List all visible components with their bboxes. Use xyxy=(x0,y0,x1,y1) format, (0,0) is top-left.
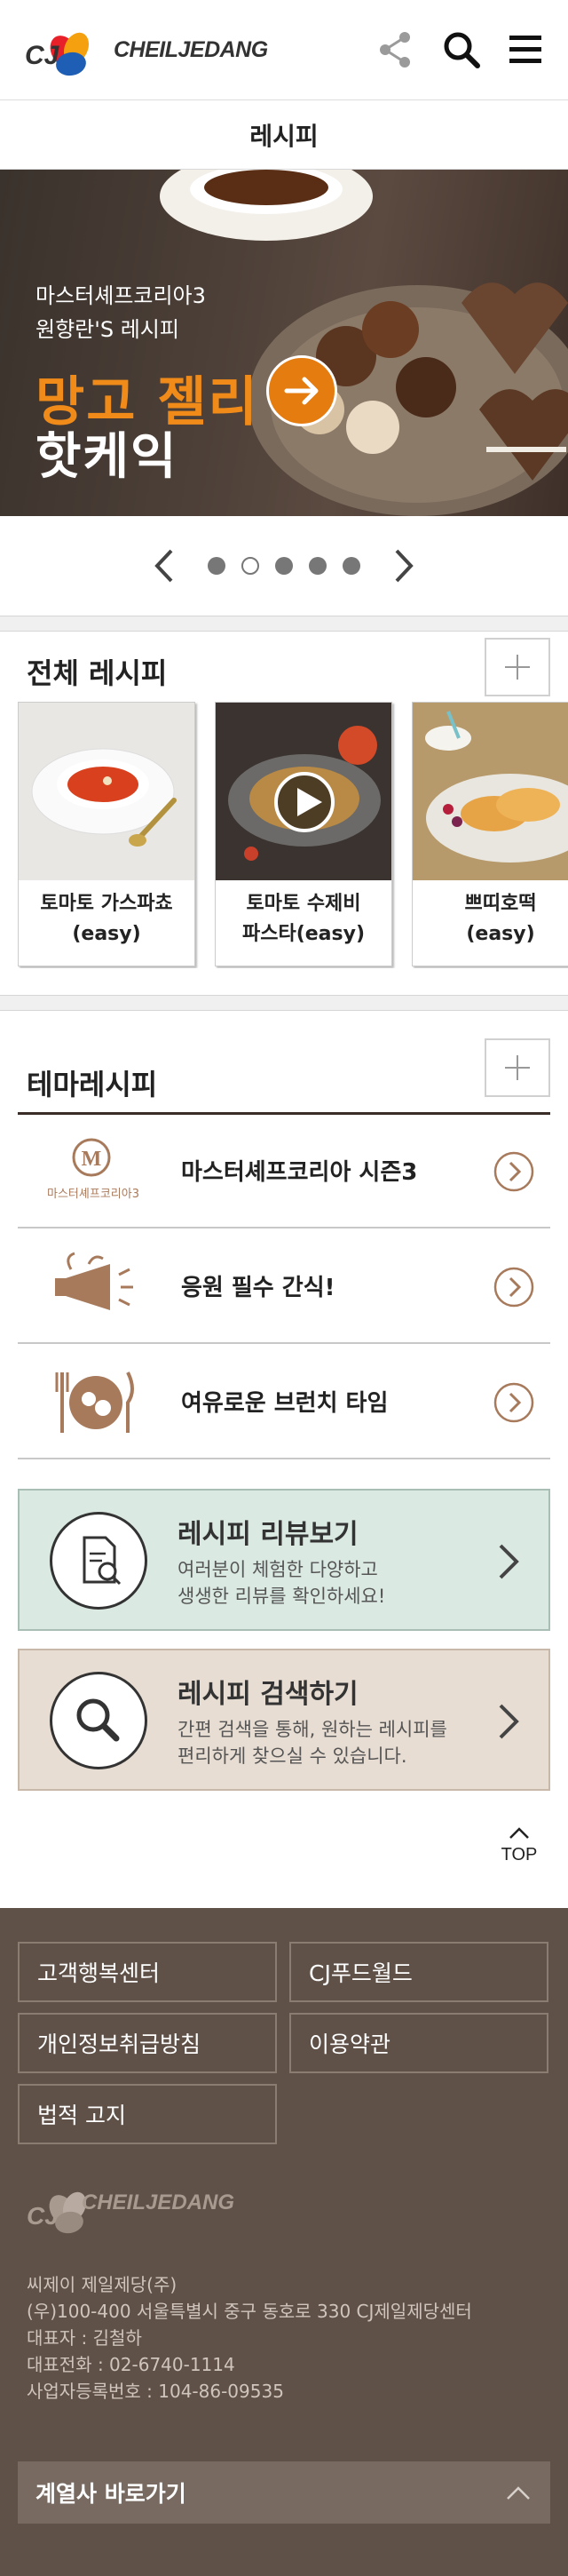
recipe-search-card[interactable]: 레시피 검색하기 간편 검색을 통해, 원하는 레시피를 편리하게 찾으실 수 … xyxy=(18,1649,550,1791)
magnifier-icon xyxy=(50,1672,147,1769)
all-recipes-title: 전체 레시피 xyxy=(27,656,168,690)
review-card-desc-2: 생생한 리뷰를 확인하세요! xyxy=(178,1586,386,1607)
banner-pagination xyxy=(0,516,568,616)
chevron-right-circle-icon xyxy=(493,1381,535,1424)
all-recipes-more-button[interactable] xyxy=(485,638,550,696)
slide-dot-2-active[interactable] xyxy=(241,557,259,575)
banner-go-button[interactable] xyxy=(266,355,337,426)
recipe-card-difficulty: 파스타(easy) xyxy=(241,923,366,945)
footer-link-privacy-policy[interactable]: 개인정보취급방침 xyxy=(18,2013,277,2073)
slide-dot-5[interactable] xyxy=(343,557,360,575)
chevron-right-circle-icon xyxy=(493,1150,535,1193)
masterchef-logo-icon: M 마스터셰프코리아3 xyxy=(36,1136,151,1207)
recipe-card-name: 토마토 수제비 xyxy=(246,893,361,915)
next-slide-button[interactable] xyxy=(386,544,422,588)
logo-wordmark: CHEILJEDANG xyxy=(114,37,268,62)
theme-item-label: 여유로운 브런치 타임 xyxy=(181,1390,389,1417)
theme-recipes-more-button[interactable] xyxy=(485,1038,550,1097)
banner-headline-2: 핫케익 xyxy=(36,428,178,486)
arrow-right-icon xyxy=(284,377,319,405)
chevron-up-icon xyxy=(509,1827,529,1839)
megaphone-icon xyxy=(36,1252,151,1323)
recipe-card-difficulty: (easy) xyxy=(466,923,535,945)
search-card-desc-1: 간편 검색을 통해, 원하는 레시피를 xyxy=(178,1719,447,1740)
recipe-card[interactable]: 토마토 가스파쵸 (easy) xyxy=(18,702,195,966)
footer-phone: 대표전화 : 02-6740-1114 xyxy=(27,2354,235,2375)
theme-recipes-title: 테마레시피 xyxy=(27,1068,158,1101)
footer-company: 씨제이 제일제당(주) xyxy=(27,2274,178,2295)
search-card-title: 레시피 검색하기 xyxy=(178,1679,359,1710)
search-card-desc-2: 편리하게 찾으실 수 있습니다. xyxy=(178,1745,407,1767)
chevron-up-icon xyxy=(507,2486,530,2500)
brunch-plate-icon xyxy=(36,1367,151,1438)
footer: 고객행복센터 CJ푸드월드 개인정보취급방침 이용약관 법적 고지 CJ CHE… xyxy=(0,1908,568,2576)
footer-logo-wordmark: CHEILJEDANG xyxy=(82,2190,235,2214)
section-divider xyxy=(0,995,568,1011)
header: CJ CHEILJEDANG xyxy=(0,0,568,100)
recipe-card-name: 쁘띠호떡 xyxy=(464,893,537,915)
footer-biz-number: 사업자등록번호 : 104-86-09535 xyxy=(27,2381,284,2402)
footer-link-customer-center[interactable]: 고객행복센터 xyxy=(18,1942,277,2002)
chevron-right-icon xyxy=(490,1698,525,1745)
theme-item-cheer-snacks[interactable]: 응원 필수 간식! xyxy=(18,1230,550,1344)
chevron-right-circle-icon xyxy=(493,1266,535,1308)
recipe-image-hotteok xyxy=(413,703,568,880)
svg-text:CJ: CJ xyxy=(25,41,60,70)
chevron-right-icon xyxy=(395,549,414,583)
recipe-card[interactable]: 토마토 수제비 파스타(easy) xyxy=(215,702,392,966)
hero-banner[interactable]: 마스터셰프코리아3 원향란'S 레시피 망고 젤리 핫케익 xyxy=(0,170,568,516)
chevron-left-icon xyxy=(154,549,173,583)
scroll-to-top-button[interactable]: TOP xyxy=(493,1817,546,1870)
plus-icon xyxy=(505,655,530,680)
footer-ceo: 대표자 : 김철하 xyxy=(27,2327,142,2349)
recipe-card-name: 토마토 가스파쵸 xyxy=(40,893,173,915)
family-sites-label: 계열사 바로가기 xyxy=(36,2481,186,2507)
footer-link-terms[interactable]: 이용약관 xyxy=(289,2013,548,2073)
recipe-image-tomato-pasta xyxy=(216,703,391,880)
footer-link-cj-foodworld[interactable]: CJ푸드월드 xyxy=(289,1942,548,2002)
theme-item-brunch[interactable]: 여유로운 브런치 타임 xyxy=(18,1346,550,1459)
review-card-desc-1: 여러분이 체험한 다양하고 xyxy=(178,1559,378,1580)
banner-subtitle-2: 원향란'S 레시피 xyxy=(36,317,179,342)
recipe-review-card[interactable]: 레시피 리뷰보기 여러분이 체험한 다양하고 생생한 리뷰를 확인하세요! xyxy=(18,1489,550,1631)
plus-icon xyxy=(505,1055,530,1080)
svg-text:M: M xyxy=(82,1148,102,1171)
svg-text:CJ: CJ xyxy=(27,2202,59,2230)
footer-link-legal-notice[interactable]: 법적 고지 xyxy=(18,2084,277,2144)
family-sites-toggle[interactable]: 계열사 바로가기 xyxy=(18,2461,550,2524)
hamburger-menu-icon[interactable] xyxy=(502,27,548,73)
recipe-image-gazpacho xyxy=(19,703,194,880)
cj-logo[interactable]: CJ CHEILJEDANG xyxy=(25,12,273,87)
theme-item-masterchef[interactable]: M 마스터셰프코리아3 마스터셰프코리아 시즌3 xyxy=(18,1115,550,1228)
theme-item-label: 마스터셰프코리아 시즌3 xyxy=(181,1159,418,1186)
document-search-icon xyxy=(50,1512,147,1610)
share-icon[interactable] xyxy=(373,27,419,73)
recipe-card[interactable]: 쁘띠호떡 (easy) xyxy=(412,702,568,966)
top-label: TOP xyxy=(501,1845,538,1864)
search-icon[interactable] xyxy=(438,27,485,73)
banner-subtitle-1: 마스터셰프코리아3 xyxy=(36,283,206,308)
footer-address: (우)100-400 서울특별시 중구 동호로 330 CJ제일제당센터 xyxy=(27,2301,472,2322)
slide-dot-4[interactable] xyxy=(309,557,327,575)
page-title: 레시피 xyxy=(0,100,568,170)
slide-dot-1[interactable] xyxy=(208,557,225,575)
section-divider xyxy=(0,616,568,632)
cj-petal-logo-icon: CJ xyxy=(25,32,90,76)
prev-slide-button[interactable] xyxy=(146,544,182,588)
review-card-title: 레시피 리뷰보기 xyxy=(178,1519,359,1550)
slide-dot-3[interactable] xyxy=(275,557,293,575)
masterchef-logo-caption: 마스터셰프코리아3 xyxy=(47,1188,139,1201)
chevron-right-icon xyxy=(490,1538,525,1585)
recipe-card-difficulty: (easy) xyxy=(72,923,141,945)
recipe-carousel: 토마토 가스파쵸 (easy) 토마토 수제비 파스타(easy) 쁘띠호떡 (… xyxy=(18,702,568,968)
theme-item-label: 응원 필수 간식! xyxy=(181,1275,335,1301)
